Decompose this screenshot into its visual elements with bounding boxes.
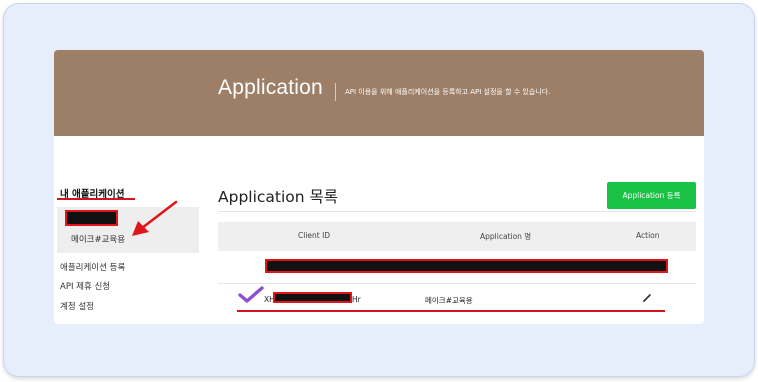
client-id-suffix: Hr <box>352 295 361 304</box>
page-title: Application 목록 <box>218 188 339 206</box>
banner-description: API 이용을 위해 애플리케이션을 등록하고 API 설정을 할 수 있습니다… <box>345 88 551 96</box>
page-banner: Application API 이용을 위해 애플리케이션을 등록하고 API … <box>54 50 704 136</box>
sidebar-link-api-partnership[interactable]: API 제휴 신청 <box>60 280 110 292</box>
register-application-button[interactable]: Application 등록 <box>607 182 696 209</box>
application-name-cell[interactable]: 메이크#교육용 <box>425 295 473 306</box>
table-header: Client ID Application 명 Action <box>218 222 696 251</box>
header-client-id: Client ID <box>298 231 331 240</box>
header-action: Action <box>636 231 660 240</box>
client-id-prefix: XH <box>264 295 275 304</box>
sidebar-item-app[interactable]: 메이크#교육용 <box>71 233 125 245</box>
pencil-icon[interactable] <box>642 293 652 303</box>
redacted-row <box>265 259 668 273</box>
row-divider <box>218 283 696 284</box>
sidebar-link-account-settings[interactable]: 계정 설정 <box>60 300 94 312</box>
banner-title: Application <box>218 76 323 99</box>
title-divider <box>218 211 696 212</box>
sidebar-link-register-app[interactable]: 애플리케이션 등록 <box>60 261 125 273</box>
developer-console-panel: Application API 이용을 위해 애플리케이션을 등록하고 API … <box>54 50 704 324</box>
redacted-client-id <box>273 292 352 303</box>
redacted-app-name <box>65 210 118 226</box>
banner-separator <box>335 83 336 101</box>
red-arrow-annotation <box>132 200 178 236</box>
header-application-name: Application 명 <box>480 232 532 241</box>
check-icon <box>238 286 264 303</box>
annotation-underline-row <box>237 310 665 312</box>
